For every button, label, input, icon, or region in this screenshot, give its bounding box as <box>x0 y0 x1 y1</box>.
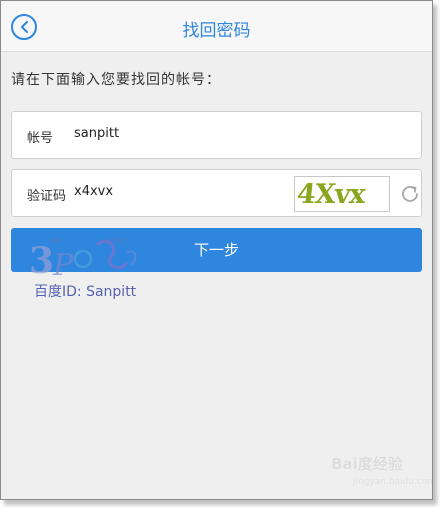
verify-code-label: 验证码 <box>27 189 67 204</box>
account-field[interactable]: 帐号 sanpitt <box>11 111 422 159</box>
baidu-jingyan-url: jingyan.baidu.com <box>353 477 433 487</box>
verify-code-field[interactable]: 验证码 x4xvx 4Xvx <box>11 169 422 217</box>
app-screen: 找回密码 请在下面输入您要找回的帐号： 帐号 sanpitt 验证码 x4xvx… <box>0 0 433 500</box>
account-label: 帐号 <box>27 131 54 146</box>
captcha-text: 4Xvx <box>295 179 367 210</box>
page-title: 找回密码 <box>182 21 251 41</box>
instruction-text: 请在下面输入您要找回的帐号： <box>11 72 221 88</box>
account-input[interactable]: sanpitt <box>74 126 119 141</box>
watermark-logo: 3 P SNI TPCs <box>29 237 137 283</box>
refresh-icon[interactable] <box>399 183 421 205</box>
svg-text:TPCs: TPCs <box>108 237 126 245</box>
baidu-jingyan-logo: Bai度经验 <box>331 455 403 473</box>
verify-code-input[interactable]: x4xvx <box>74 184 113 199</box>
captcha-image[interactable]: 4Xvx <box>294 176 390 212</box>
svg-text:SNI: SNI <box>49 237 61 245</box>
svg-text:3: 3 <box>29 240 54 282</box>
svg-text:P: P <box>52 248 74 283</box>
watermark-text: 百度ID: Sanpitt <box>34 284 137 300</box>
header-bar: 找回密码 <box>1 1 432 52</box>
